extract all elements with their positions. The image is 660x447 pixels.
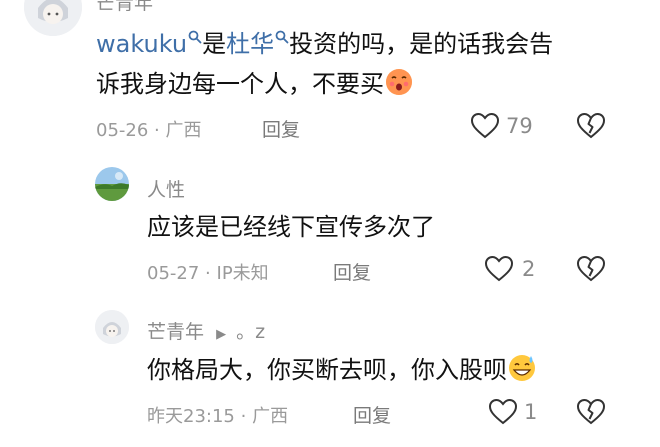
comment-date: 05-26	[96, 120, 149, 141]
comment-location: 广西	[252, 406, 289, 427]
avatar[interactable]	[95, 167, 129, 201]
comment-location: IP未知	[216, 263, 269, 284]
comment-author-line: 芒青年 ▶ 。z	[147, 317, 265, 344]
like-button[interactable]: 1	[488, 398, 537, 426]
comment-date: 昨天23:15	[147, 406, 235, 427]
comment-meta: 05-27 · IP未知	[147, 263, 269, 284]
comment-author[interactable]: 人性	[147, 175, 185, 202]
reply-button[interactable]: 回复	[333, 258, 371, 285]
dislike-button[interactable]	[576, 112, 606, 144]
comment-author[interactable]: 芒青年	[96, 0, 153, 15]
mention-link[interactable]: wakuku	[96, 30, 202, 58]
comment-text: 你格局大，你买断去呗，你入股呗	[147, 350, 537, 390]
broken-heart-icon	[576, 255, 606, 282]
like-count: 79	[506, 114, 533, 138]
like-count: 2	[522, 257, 536, 281]
comment-meta: 昨天23:15 · 广西	[147, 406, 289, 427]
like-button[interactable]: 79	[470, 112, 533, 140]
avatar[interactable]	[95, 310, 129, 344]
broken-heart-icon	[576, 398, 606, 425]
grinning-sweat-emoji	[509, 355, 535, 381]
reply-to-author[interactable]: 。z	[236, 321, 265, 343]
reply-button[interactable]: 回复	[262, 115, 300, 142]
comment-text: 应该是已经线下宣传多次了	[147, 213, 435, 241]
search-icon	[275, 30, 289, 44]
like-count: 1	[524, 400, 538, 424]
dislike-button[interactable]	[576, 255, 606, 287]
comment-date: 05-27	[147, 263, 200, 284]
search-icon	[188, 30, 202, 44]
comment-meta: 05-26 · 广西	[96, 120, 202, 141]
comment-text: wakuku 是杜华 投资的吗，是的话我会告 诉我身边每一个人，不要买	[96, 30, 554, 98]
kissing-face-emoji	[386, 69, 412, 95]
comment-location: 广西	[165, 120, 202, 141]
dislike-button[interactable]	[576, 398, 606, 430]
mention-link[interactable]: 杜华	[226, 30, 289, 58]
comment-author[interactable]: 芒青年	[147, 321, 204, 343]
like-button[interactable]: 2	[484, 255, 535, 283]
heart-icon	[484, 255, 514, 282]
reply-button[interactable]: 回复	[353, 401, 391, 428]
broken-heart-icon	[576, 112, 606, 139]
reply-arrow-icon: ▶	[216, 327, 227, 342]
heart-icon	[470, 112, 500, 139]
avatar[interactable]	[24, 0, 82, 36]
heart-icon	[488, 398, 518, 425]
